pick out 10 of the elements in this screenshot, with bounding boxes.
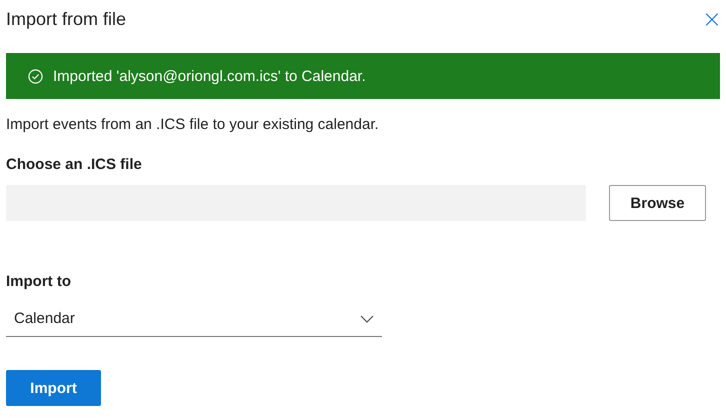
- dialog-title: Import from file: [6, 8, 126, 30]
- browse-button[interactable]: Browse: [609, 185, 706, 221]
- check-circle-icon: [28, 68, 43, 84]
- banner-message: Imported 'alyson@oriongl.com.ics' to Calendar.: [53, 68, 366, 84]
- description: Import events from an .ICS file to your existing calendar.: [6, 116, 380, 133]
- close-button[interactable]: ×: [702, 7, 722, 31]
- import-to-label: Import to: [6, 273, 72, 290]
- chevron-down-icon: [360, 314, 374, 322]
- import-button[interactable]: Import: [6, 370, 101, 406]
- file-label: Choose an .ICS file: [6, 156, 143, 173]
